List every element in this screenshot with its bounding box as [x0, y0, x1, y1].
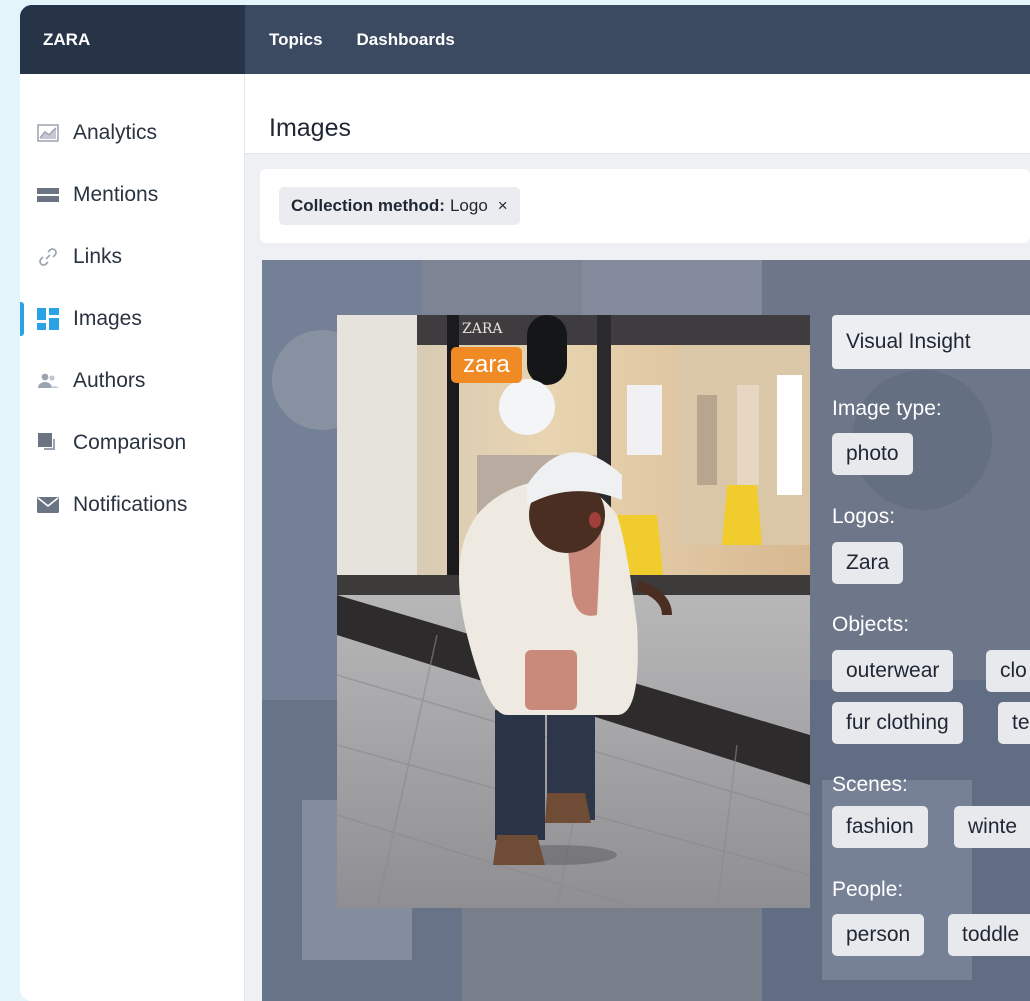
sidebar-item-label: Links — [73, 245, 123, 268]
sidebar-item-links[interactable]: Links — [20, 237, 244, 277]
images-grid-icon — [36, 307, 60, 331]
filter-bar: Collection method: Logo × — [260, 169, 1030, 243]
people-label: People: — [832, 878, 904, 901]
main-content: Images Collection method: Logo × ZARA za… — [245, 74, 1030, 1001]
sidebar-item-comparison[interactable]: Comparison — [20, 423, 244, 463]
page-title: Images — [269, 114, 351, 142]
page-header: Images — [245, 74, 1030, 154]
people-icon — [36, 369, 60, 393]
sidebar-item-authors[interactable]: Authors — [20, 361, 244, 401]
sidebar-item-label: Analytics — [73, 121, 158, 144]
app-window: ZARA Topics Dashboards Analytics Mention… — [20, 5, 1030, 1001]
objects-label: Objects: — [832, 613, 910, 636]
tag-outerwear[interactable]: outerwear — [832, 650, 954, 692]
image-type-label: Image type: — [832, 397, 942, 420]
nav-topics[interactable]: Topics — [269, 5, 323, 74]
image-viewer: ZARA zara Visual Insight Image type: pho… — [262, 260, 1030, 1001]
logo-detection-tag[interactable]: zara — [451, 347, 522, 383]
sidebar-item-label: Mentions — [73, 183, 159, 206]
tag-fashion[interactable]: fashion — [832, 806, 928, 848]
close-icon[interactable]: × — [498, 196, 508, 216]
brand-logo[interactable]: ZARA — [20, 5, 245, 74]
sidebar-item-images[interactable]: Images — [20, 299, 244, 339]
filter-value: Logo — [449, 196, 488, 215]
top-nav: Topics Dashboards — [269, 5, 489, 74]
photo-image: ZARA — [337, 315, 810, 908]
filter-key: Collection method: — [291, 196, 445, 215]
filter-chip-collection-method[interactable]: Collection method: Logo × — [279, 187, 520, 225]
chart-line-icon — [36, 121, 60, 145]
tag-fur-clothing[interactable]: fur clothing — [832, 702, 963, 744]
link-icon — [36, 245, 60, 269]
tag-toddler[interactable]: toddle — [948, 914, 1030, 956]
scenes-label: Scenes: — [832, 773, 908, 796]
tag-photo[interactable]: photo — [832, 433, 913, 475]
mentions-icon — [36, 183, 60, 207]
sidebar-item-label: Authors — [73, 369, 146, 392]
tag-zara[interactable]: Zara — [832, 542, 904, 584]
photo[interactable]: ZARA zara — [337, 315, 810, 908]
sidebar-item-mentions[interactable]: Mentions — [20, 175, 244, 215]
envelope-icon — [36, 493, 60, 517]
logos-label: Logos: — [832, 505, 896, 528]
sidebar-item-label: Comparison — [73, 431, 187, 454]
sidebar: Analytics Mentions Links Images Authors — [20, 74, 245, 1001]
comparison-icon — [36, 431, 60, 455]
sidebar-item-label: Images — [73, 307, 142, 330]
tag-winter[interactable]: winte — [954, 806, 1030, 848]
tag-clothing[interactable]: clo — [986, 650, 1030, 692]
top-bar: ZARA Topics Dashboards — [20, 5, 1030, 74]
visual-insight-header: Visual Insight — [832, 315, 1030, 369]
tag-textile[interactable]: te — [998, 702, 1030, 744]
sidebar-item-notifications[interactable]: Notifications — [20, 485, 244, 525]
tag-person[interactable]: person — [832, 914, 925, 956]
sidebar-item-analytics[interactable]: Analytics — [20, 113, 244, 153]
sidebar-item-label: Notifications — [73, 493, 188, 516]
store-sign: ZARA — [462, 321, 503, 337]
nav-dashboards[interactable]: Dashboards — [357, 5, 455, 74]
